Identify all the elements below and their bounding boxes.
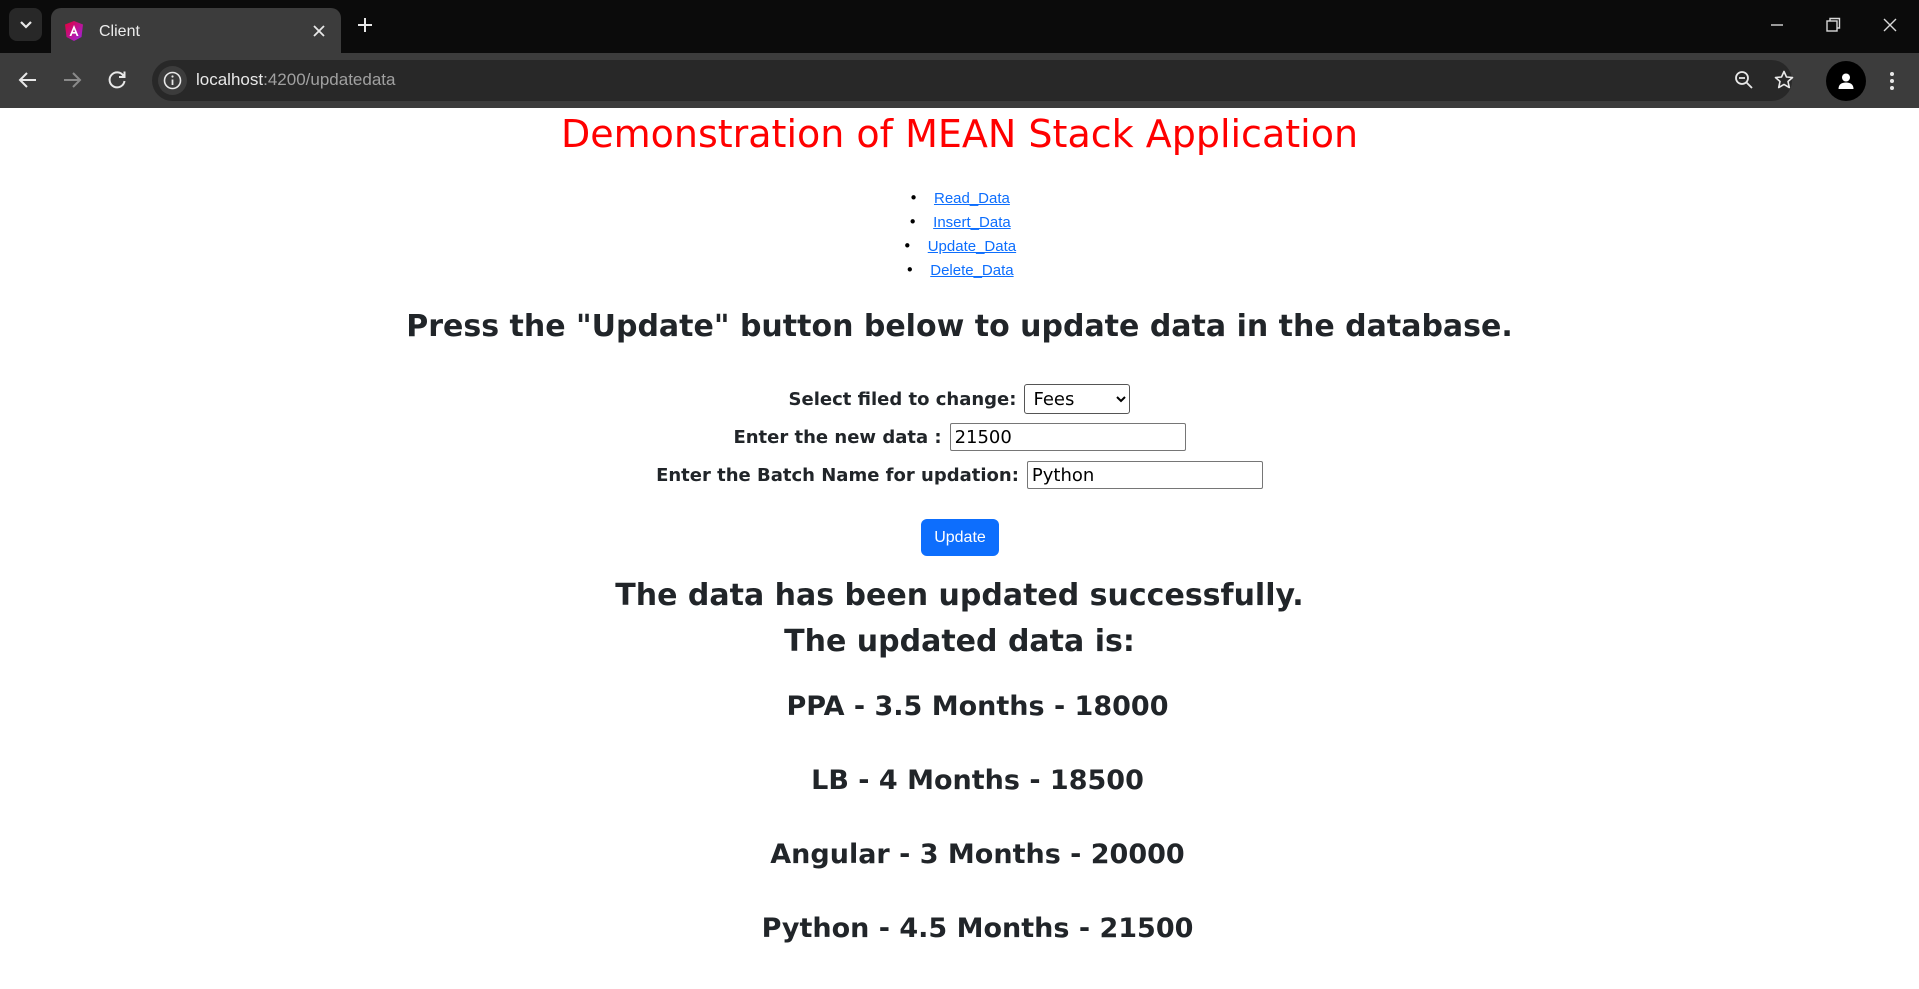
record-item: LB - 4 Months - 18500 xyxy=(811,765,1144,796)
nav-links: Read_Data Insert_Data Update_Data Delete… xyxy=(0,186,1919,282)
browser-toolbar: localhost:4200/updatedata xyxy=(0,53,1919,108)
field-select-label: Select filed to change: xyxy=(788,388,1017,410)
update-form: Select filed to change: Fees Enter the n… xyxy=(0,380,1919,494)
site-info-button[interactable] xyxy=(158,66,187,95)
page-title: Demonstration of MEAN Stack Application xyxy=(560,112,1359,156)
field-row: Select filed to change: Fees xyxy=(0,380,1919,418)
angular-icon xyxy=(65,21,83,41)
url-text: localhost:4200/updatedata xyxy=(196,70,395,90)
browser-tab[interactable]: Client xyxy=(51,8,341,53)
field-select[interactable]: Fees xyxy=(1024,384,1131,414)
nav-item-insert: Insert_Data xyxy=(0,210,1919,234)
nav-item-update: Update_Data xyxy=(0,234,1919,258)
record-item: Angular - 3 Months - 20000 xyxy=(770,839,1185,870)
more-options-icon[interactable] xyxy=(1880,69,1904,93)
restore-icon[interactable] xyxy=(1822,14,1844,36)
chevron-down-icon xyxy=(19,20,32,29)
new-tab-icon[interactable] xyxy=(355,15,375,35)
tab-strip: Client xyxy=(0,0,1919,53)
nav-item-read: Read_Data xyxy=(0,186,1919,210)
update-button[interactable]: Update xyxy=(921,519,999,556)
updated-data-heading: The updated data is: xyxy=(784,624,1135,659)
url-host: localhost xyxy=(196,70,264,89)
zoom-icon[interactable] xyxy=(1733,69,1755,91)
url-path: :4200/updatedata xyxy=(263,70,396,89)
tab-search-button[interactable] xyxy=(9,8,42,41)
close-icon[interactable] xyxy=(309,21,329,41)
new-data-input[interactable] xyxy=(949,423,1186,451)
insert-data-link[interactable]: Insert_Data xyxy=(933,214,1011,231)
success-message: The data has been updated successfully. xyxy=(615,578,1304,613)
person-icon xyxy=(1838,73,1854,89)
new-data-row: Enter the new data : xyxy=(0,418,1919,456)
page-content: Demonstration of MEAN Stack Application … xyxy=(0,108,1919,989)
delete-data-link[interactable]: Delete_Data xyxy=(930,262,1013,279)
profile-button[interactable] xyxy=(1826,61,1866,101)
reload-icon[interactable] xyxy=(105,68,129,92)
record-item: PPA - 3.5 Months - 18000 xyxy=(786,691,1169,722)
minimize-icon[interactable] xyxy=(1766,14,1788,36)
back-icon[interactable] xyxy=(16,68,40,92)
batch-name-label: Enter the Batch Name for updation: xyxy=(656,464,1019,486)
read-data-link[interactable]: Read_Data xyxy=(934,190,1010,207)
new-data-label: Enter the new data : xyxy=(733,426,942,448)
update-data-link[interactable]: Update_Data xyxy=(928,238,1016,255)
forward-icon[interactable] xyxy=(60,68,84,92)
batch-name-input[interactable] xyxy=(1026,461,1263,489)
record-item: Python - 4.5 Months - 21500 xyxy=(761,913,1194,944)
close-window-icon[interactable] xyxy=(1879,14,1901,36)
info-icon xyxy=(163,71,182,90)
bookmark-star-icon[interactable] xyxy=(1773,69,1795,91)
address-bar[interactable]: localhost:4200/updatedata xyxy=(152,60,1795,101)
batch-row: Enter the Batch Name for updation: xyxy=(0,456,1919,494)
instruction-heading: Press the "Update" button below to updat… xyxy=(406,309,1513,344)
nav-item-delete: Delete_Data xyxy=(0,258,1919,282)
records-list: PPA - 3.5 Months - 18000 LB - 4 Months -… xyxy=(18,691,1919,987)
tab-title: Client xyxy=(99,23,140,40)
